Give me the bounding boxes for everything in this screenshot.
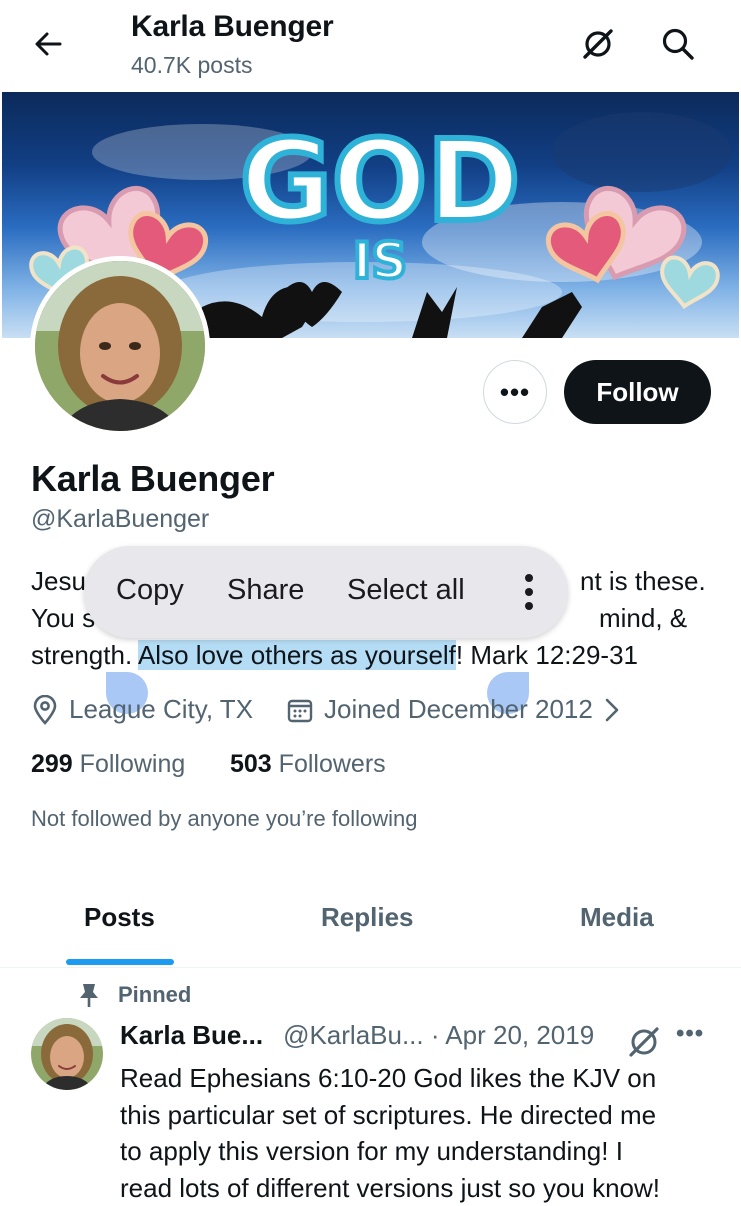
- header-title: Karla Buenger: [131, 10, 333, 44]
- location-pin-icon: [31, 695, 59, 725]
- bio-selected-text[interactable]: Also love others as yourself: [138, 640, 456, 670]
- avatar-photo-small: [31, 1018, 103, 1090]
- profile-header-bar: [0, 0, 741, 92]
- post-text[interactable]: Read Ephesians 6:10-20 God likes the KJV…: [120, 1060, 720, 1206]
- header-post-count: 40.7K posts: [131, 52, 252, 79]
- active-tab-indicator: [66, 959, 174, 965]
- followers-count: 503: [230, 750, 272, 778]
- avatar-photo: [35, 261, 205, 431]
- join-date[interactable]: Joined December 2012: [286, 694, 621, 725]
- mutual-followers-note: Not followed by anyone you’re following: [31, 806, 417, 832]
- more-options-button[interactable]: •••: [483, 360, 547, 424]
- post-avatar[interactable]: [31, 1018, 103, 1090]
- join-date-text: Joined December 2012: [324, 694, 593, 725]
- menu-copy[interactable]: Copy: [116, 574, 184, 607]
- search-icon: [661, 27, 695, 61]
- grok-icon: [580, 26, 616, 62]
- back-button[interactable]: [26, 22, 70, 66]
- following-count: 299: [31, 750, 73, 778]
- menu-select-all[interactable]: Select all: [347, 574, 465, 607]
- profile-name: Karla Buenger: [31, 458, 274, 500]
- following-link[interactable]: 299 Following: [31, 750, 185, 779]
- chevron-right-icon: [603, 697, 621, 723]
- grok-button[interactable]: [576, 22, 620, 66]
- post-more-button[interactable]: •••: [676, 1020, 704, 1048]
- tab-posts[interactable]: Posts: [84, 902, 155, 933]
- post-author-name[interactable]: Karla Bue...: [120, 1020, 263, 1051]
- calendar-icon: [286, 696, 314, 724]
- post-text-line: this particular set of scriptures. He di…: [120, 1097, 720, 1134]
- bio-line-3-before: strength.: [31, 640, 138, 670]
- bio-line-1-end: nt is these.: [580, 563, 706, 600]
- bio-line-1-start: Jesu: [31, 563, 86, 600]
- menu-overflow-icon[interactable]: [524, 574, 534, 610]
- tab-divider: [0, 967, 741, 968]
- post-text-line: Read Ephesians 6:10-20 God likes the KJV…: [120, 1060, 720, 1097]
- post-handle-date[interactable]: @KarlaBu... · Apr 20, 2019: [283, 1020, 594, 1051]
- profile-handle: @KarlaBuenger: [31, 505, 209, 534]
- post-text-line: to apply this version for my understandi…: [120, 1133, 720, 1170]
- bio-line-2-end: mind, &: [599, 600, 687, 637]
- post-header: Karla Bue... @KarlaBu... · Apr 20, 2019: [120, 1020, 594, 1051]
- text-selection-menu: Copy Share Select all: [84, 546, 568, 638]
- post-text-line: read lots of different versions just so …: [120, 1170, 720, 1206]
- location-text: League City, TX: [69, 694, 253, 725]
- pinned-label: Pinned: [78, 982, 191, 1008]
- bio-line-3-after: ! Mark 12:29-31: [456, 640, 638, 670]
- arrow-left-icon: [34, 30, 62, 58]
- banner-text-is: IS: [353, 232, 408, 290]
- tab-media[interactable]: Media: [580, 902, 654, 933]
- follow-button[interactable]: Follow: [564, 360, 711, 424]
- followers-link[interactable]: 503 Followers: [230, 750, 386, 779]
- search-button[interactable]: [656, 22, 700, 66]
- profile-avatar[interactable]: [30, 256, 210, 436]
- pin-icon: [78, 982, 100, 1008]
- followers-label: Followers: [279, 750, 386, 778]
- location: League City, TX: [31, 694, 253, 725]
- banner-text-god: GOD: [240, 117, 520, 247]
- following-label: Following: [80, 750, 186, 778]
- grok-icon[interactable]: [626, 1024, 662, 1060]
- pinned-text: Pinned: [118, 982, 191, 1008]
- tab-replies[interactable]: Replies: [321, 902, 414, 933]
- menu-share[interactable]: Share: [227, 574, 304, 607]
